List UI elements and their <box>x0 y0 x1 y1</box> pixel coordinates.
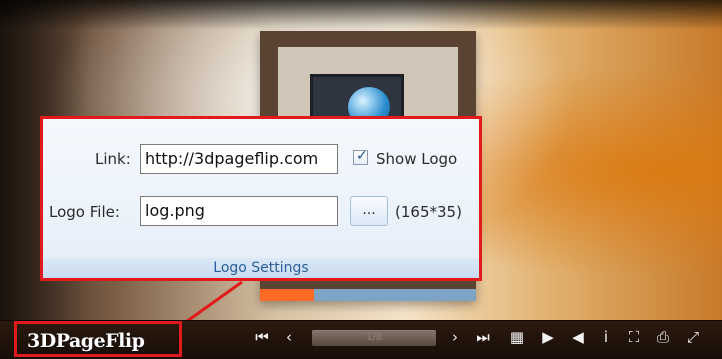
brand-logo[interactable]: 3DPageFlip <box>14 321 182 357</box>
show-logo-label: Show Logo <box>376 150 458 168</box>
thumbnails-icon[interactable]: ▦ <box>508 326 526 348</box>
next-page-icon[interactable]: › <box>449 326 461 348</box>
last-page-icon[interactable]: ⏭ <box>475 326 491 348</box>
checkmark-icon: ✓ <box>356 148 368 164</box>
logo-file-input[interactable]: log.png <box>140 196 338 226</box>
brand-text: 3DPageFlip <box>27 330 145 352</box>
previous-page-icon[interactable]: ‹ <box>283 326 295 348</box>
logo-settings-footer: Logo Settings <box>43 258 479 278</box>
link-label: Link: <box>95 150 131 168</box>
logo-settings-body: Link: http://3dpageflip.com ✓ Show Logo … <box>43 119 479 258</box>
browse-button[interactable]: ... <box>350 196 388 226</box>
logo-size-text: (165*35) <box>395 203 462 221</box>
sound-icon[interactable]: ◀ <box>569 326 587 348</box>
info-icon[interactable]: i <box>599 326 613 348</box>
print-icon[interactable]: ⎙ <box>654 326 672 348</box>
logo-settings-panel: Link: http://3dpageflip.com ✓ Show Logo … <box>40 116 482 281</box>
link-input[interactable]: http://3dpageflip.com <box>140 144 338 174</box>
book-bottom-strip <box>260 289 476 301</box>
page-progress[interactable]: 1/8 <box>312 330 436 346</box>
page-indicator: 1/8 <box>365 332 383 343</box>
share-icon[interactable]: ⛶ <box>625 326 643 348</box>
first-page-icon[interactable]: ⏮ <box>254 326 270 348</box>
play-icon[interactable]: ▶ <box>539 326 557 348</box>
book-orange-accent <box>260 289 314 301</box>
show-logo-checkbox[interactable]: ✓ <box>353 148 368 165</box>
fullscreen-icon[interactable]: ⤢ <box>684 326 702 348</box>
logo-file-label: Logo File: <box>49 203 120 221</box>
